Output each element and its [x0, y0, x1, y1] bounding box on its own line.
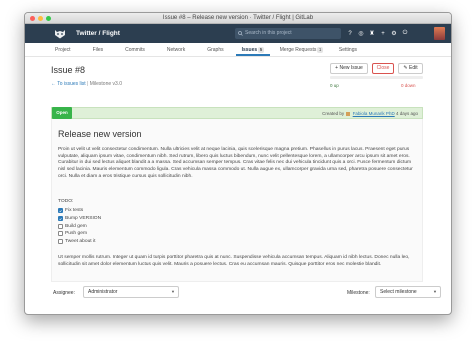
- tab-label: Files: [92, 47, 104, 53]
- tab-files[interactable]: Files: [87, 43, 110, 56]
- navbar-icons: ? ◎ ♜ + ⚙ ⏻: [347, 28, 408, 39]
- close-issue-button[interactable]: Close: [372, 63, 394, 74]
- tab-commits[interactable]: Commits: [119, 43, 151, 56]
- upvotes-count: 0 up: [330, 83, 339, 88]
- issues-count-badge: 5: [258, 47, 264, 53]
- todo-label: TODO:: [58, 199, 74, 204]
- window-controls: [30, 16, 51, 21]
- task-label: Build gem: [65, 223, 87, 229]
- tab-settings[interactable]: Settings: [333, 43, 363, 56]
- issue-body: Release new version Proin ut velit ut ve…: [51, 119, 423, 282]
- tab-label: Commits: [125, 47, 145, 53]
- search-input[interactable]: Search in this project: [235, 28, 341, 39]
- project-tabs: Project Files Commits Network Graphs Iss…: [25, 43, 451, 57]
- milestone-label: Milestone:: [347, 290, 370, 296]
- task-item: Tweet about it: [58, 238, 101, 246]
- edit-label: Edit: [408, 65, 418, 71]
- explore-icon[interactable]: ◎: [358, 28, 364, 39]
- tab-issues[interactable]: Issues 5: [235, 43, 270, 56]
- issue-meta: Created by Fabiola Munarik PhD 4 days ag…: [322, 111, 418, 116]
- issue-title: Release new version: [58, 129, 142, 139]
- tab-label: Graphs: [207, 47, 224, 53]
- description-paragraph: Proin ut velit ut velit consectetur cond…: [58, 147, 413, 179]
- assignee-label: Assignee:: [53, 290, 75, 296]
- assignee-select[interactable]: Administrator ▼: [83, 286, 179, 298]
- back-to-issues-link[interactable]: ← To issues list: [51, 81, 86, 87]
- tab-network[interactable]: Network: [161, 43, 191, 56]
- project-title[interactable]: Twitter / Flight: [76, 30, 120, 37]
- task-label: Fix tests: [65, 208, 84, 214]
- tab-label: Merge Requests: [279, 47, 317, 53]
- assignee-value: Administrator: [88, 289, 118, 295]
- window-title: Issue #8 – Release new version · Twitter…: [162, 15, 314, 21]
- tab-label: Issues: [241, 47, 258, 53]
- milestone-link[interactable]: Milestone v3.0: [90, 81, 122, 87]
- milestone-select[interactable]: Select milestone ▼: [375, 286, 441, 298]
- help-icon[interactable]: ?: [347, 28, 353, 39]
- tab-label: Network: [166, 47, 186, 53]
- gitlab-logo-icon[interactable]: [53, 28, 66, 39]
- issue-header: Issue #8 ← To issues list | Milestone v3…: [25, 57, 451, 109]
- breadcrumb: ← To issues list | Milestone v3.0: [51, 81, 122, 87]
- task-checkbox[interactable]: [58, 223, 63, 229]
- task-checkbox-checked[interactable]: [58, 216, 63, 222]
- new-project-icon[interactable]: +: [380, 28, 386, 39]
- author-avatar-icon: [346, 111, 351, 116]
- search-placeholder: Search in this project: [245, 30, 292, 36]
- task-checkbox[interactable]: [58, 231, 63, 237]
- tab-merge-requests[interactable]: Merge Requests 1: [274, 43, 329, 56]
- title-bar: Issue #8 – Release new version · Twitter…: [25, 13, 451, 24]
- task-list: Fix tests Bump VERSION Build gem Push ge…: [58, 207, 101, 245]
- issue-footer: Assignee: Administrator ▼ Milestone: Sel…: [51, 285, 441, 301]
- created-time: 4 days ago: [395, 111, 418, 116]
- search-icon: [238, 31, 243, 36]
- author-link[interactable]: Fabiola Munarik PhD: [353, 111, 395, 116]
- task-item: Bump VERSION: [58, 215, 101, 223]
- task-checkbox[interactable]: [58, 239, 63, 245]
- chevron-down-icon: ▼: [433, 289, 437, 294]
- task-checkbox-checked[interactable]: [58, 208, 63, 214]
- user-avatar[interactable]: [434, 27, 445, 40]
- created-by-label: Created by: [322, 111, 345, 116]
- task-label: Push gem: [65, 231, 88, 237]
- merge-requests-count-badge: 1: [317, 47, 323, 53]
- status-badge: Open: [52, 107, 72, 119]
- task-item: Push gem: [58, 230, 101, 238]
- task-label: Bump VERSION: [65, 216, 102, 222]
- task-label: Tweet about it: [65, 239, 96, 245]
- tab-project[interactable]: Project: [49, 43, 77, 56]
- profile-settings-icon[interactable]: ⚙: [391, 28, 397, 39]
- zoom-window-button[interactable]: [46, 16, 51, 21]
- tab-label: Settings: [338, 47, 357, 53]
- task-item: Build gem: [58, 222, 101, 230]
- admin-icon[interactable]: ♜: [369, 28, 375, 39]
- issue-number-heading: Issue #8: [51, 65, 86, 75]
- logout-icon[interactable]: ⏻: [402, 28, 408, 39]
- breadcrumb-separator: |: [87, 81, 89, 87]
- tab-label: Project: [55, 47, 71, 53]
- edit-issue-button[interactable]: ✎ Edit: [398, 63, 423, 74]
- description-paragraph: Ut semper mollis rutrum. Integer ut quam…: [58, 255, 410, 267]
- app-window: Issue #8 – Release new version · Twitter…: [24, 12, 452, 315]
- vote-progress-bar: [330, 76, 423, 79]
- tab-graphs[interactable]: Graphs: [201, 43, 229, 56]
- minimize-window-button[interactable]: [38, 16, 43, 21]
- close-window-button[interactable]: [30, 16, 35, 21]
- new-issue-button[interactable]: + New Issue: [330, 63, 368, 74]
- task-item: Fix tests: [58, 207, 101, 215]
- top-navbar: Twitter / Flight Search in this project …: [25, 24, 451, 43]
- issue-status-bar: Open Created by Fabiola Munarik PhD 4 da…: [51, 107, 423, 119]
- chevron-down-icon: ▼: [171, 289, 175, 294]
- milestone-value: Select milestone: [380, 289, 417, 295]
- downvotes-count: 0 down: [401, 83, 416, 88]
